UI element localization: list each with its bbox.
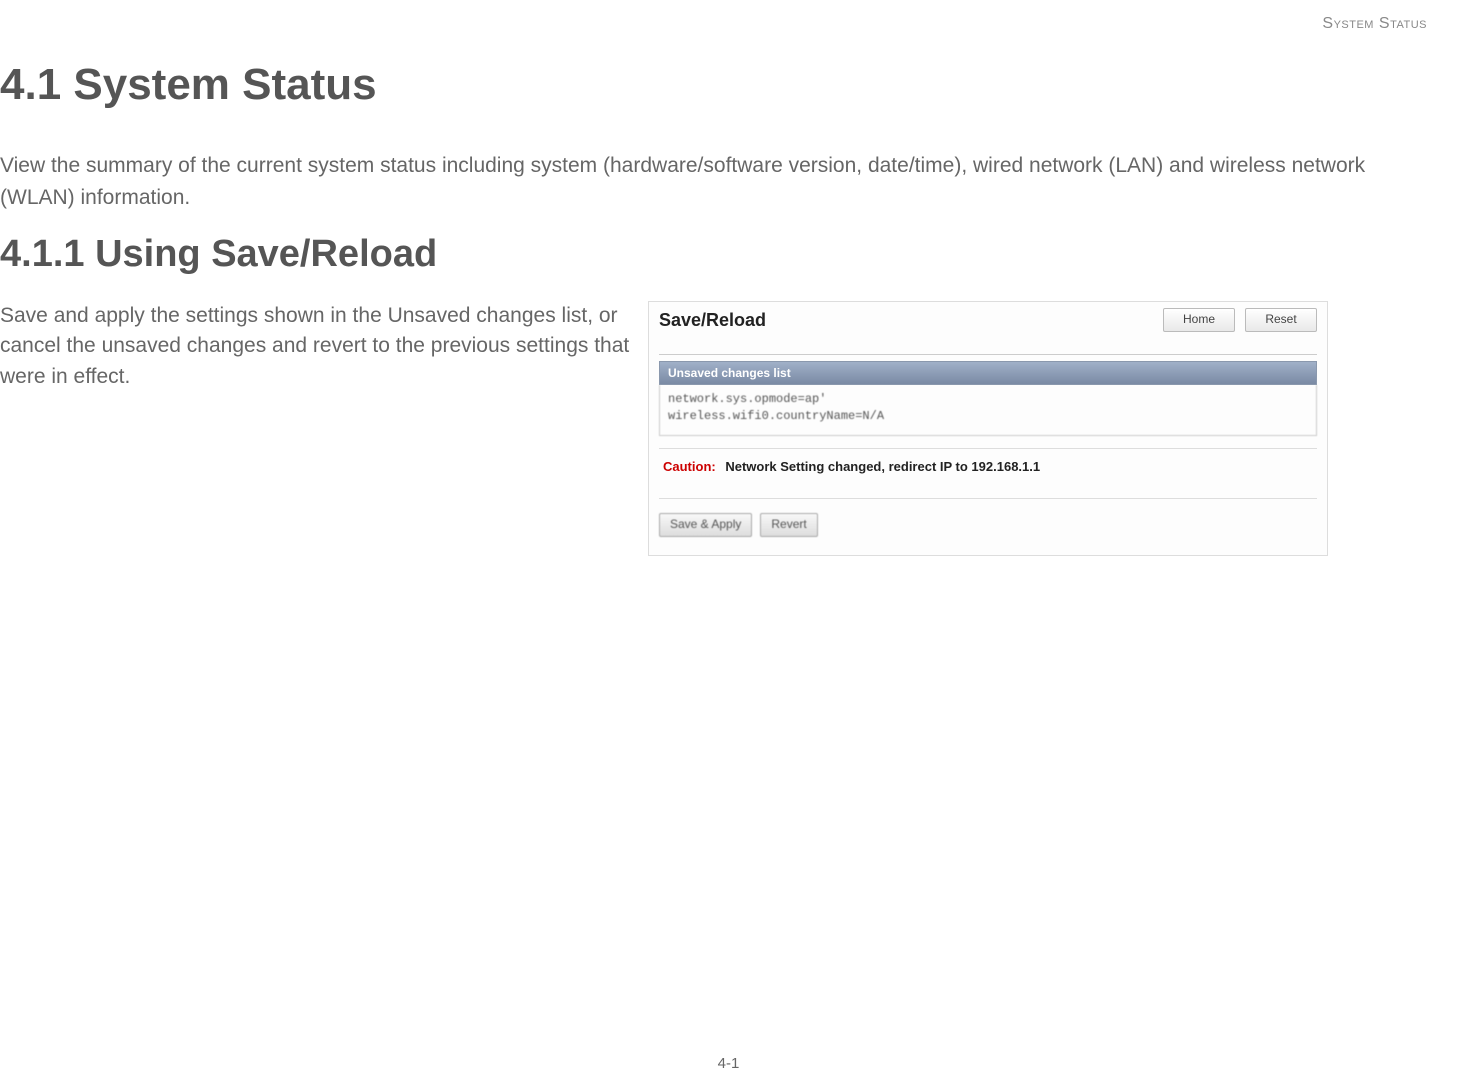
save-apply-button[interactable]: Save & Apply <box>659 513 752 537</box>
subsection-body: Save and apply the settings shown in the… <box>0 301 638 392</box>
section-intro: View the summary of the current system s… <box>0 150 1440 213</box>
caution-label: Caution: <box>663 459 716 474</box>
screenshot-save-reload: Save/Reload Home Reset Unsaved changes l… <box>648 301 1328 556</box>
caution-text: Network Setting changed, redirect IP to … <box>725 459 1040 474</box>
home-button[interactable]: Home <box>1163 308 1235 332</box>
section-heading: 4.1 System Status <box>0 60 1457 110</box>
page-number: 4-1 <box>0 1055 1457 1072</box>
reset-button[interactable]: Reset <box>1245 308 1317 332</box>
subsection-heading: 4.1.1 Using Save/Reload <box>0 233 1457 276</box>
unsaved-changes-body: network.sys.opmode=ap' wireless.wifi0.co… <box>659 385 1317 436</box>
panel-title: Save/Reload <box>659 310 766 331</box>
unsaved-changes-header: Unsaved changes list <box>659 361 1317 385</box>
running-header: System Status <box>1322 15 1427 33</box>
caution-row: Caution: Network Setting changed, redire… <box>659 448 1317 499</box>
revert-button[interactable]: Revert <box>760 513 817 537</box>
